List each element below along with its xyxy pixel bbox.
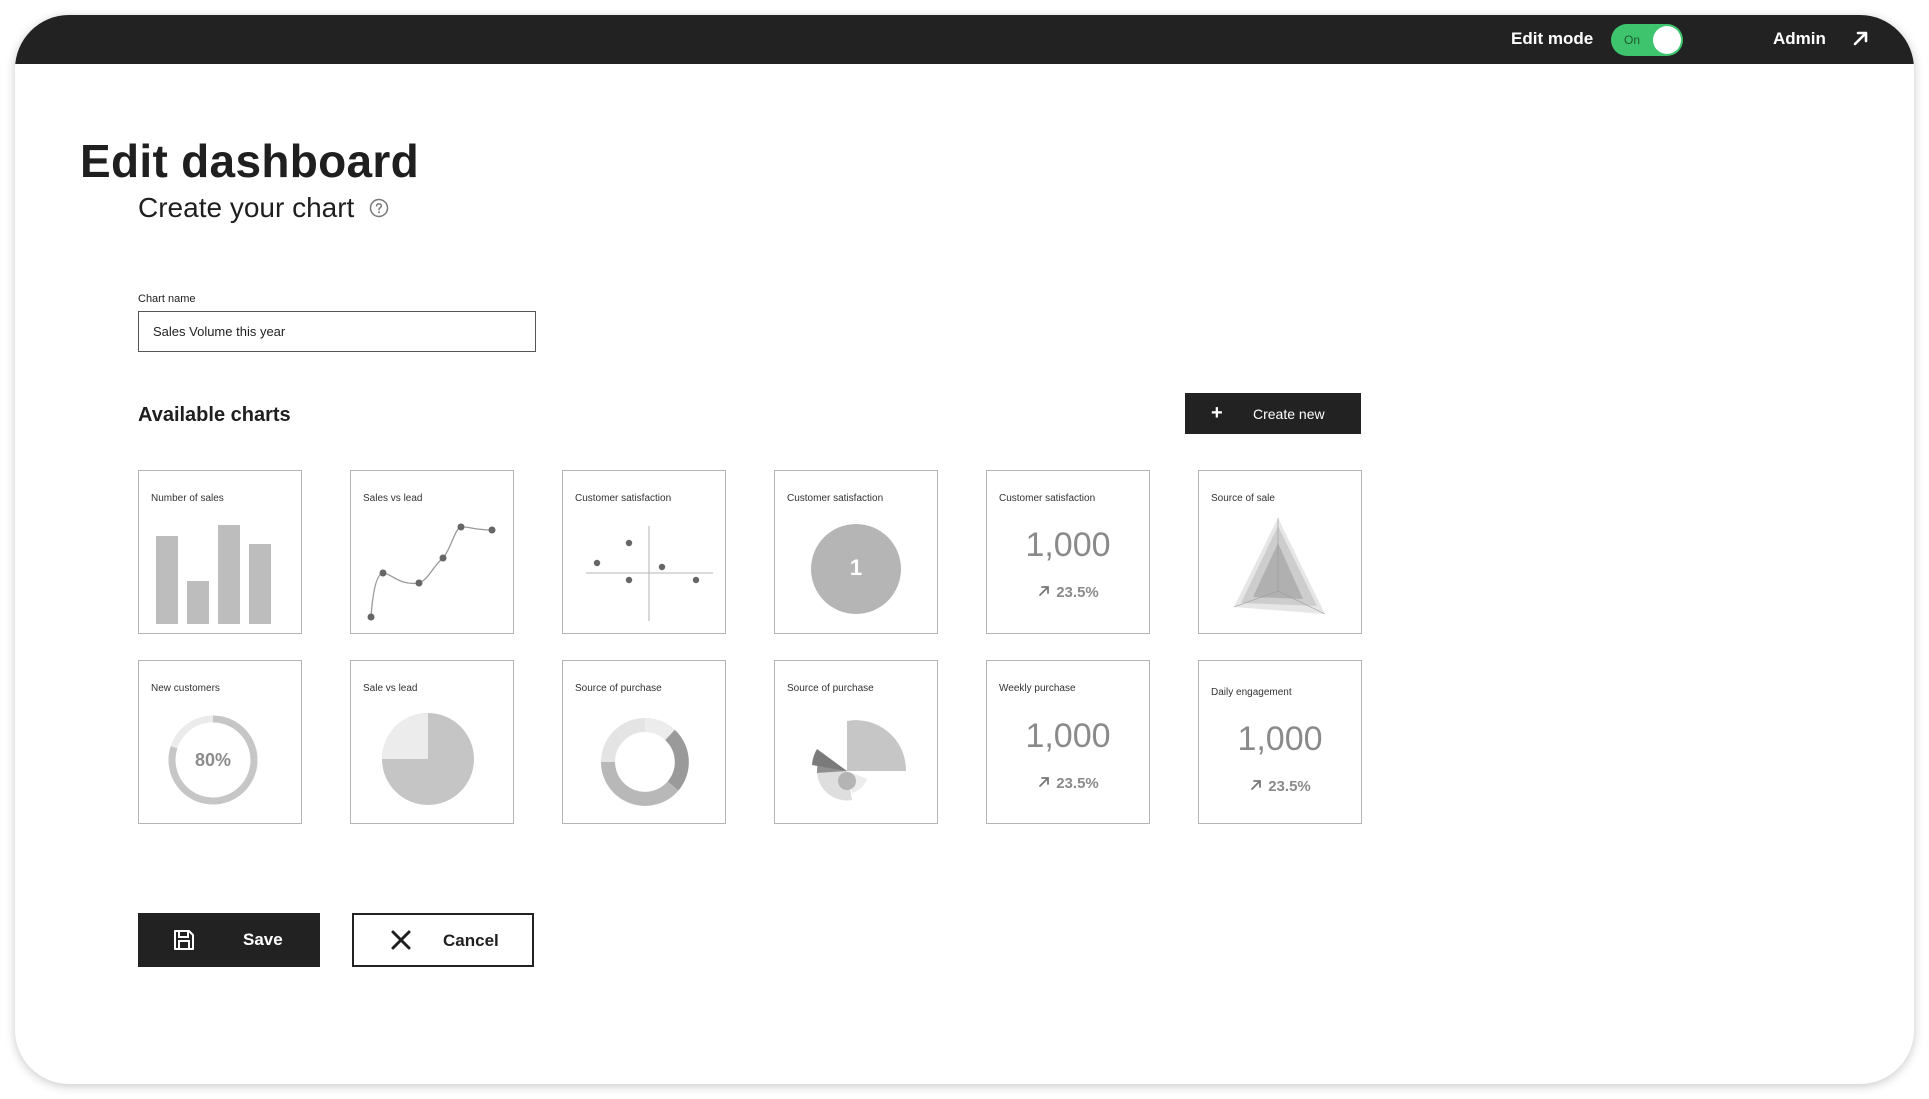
chart-card-daily-engagement[interactable]: Daily engagement 1,000 23.5% [1198, 660, 1362, 824]
chart-name-input[interactable] [138, 311, 536, 352]
create-new-button[interactable]: + Create new [1185, 393, 1361, 434]
trend-up-icon [1039, 586, 1050, 596]
chart-card-weekly-purchase[interactable]: Weekly purchase 1,000 23.5% [986, 660, 1150, 824]
kpi-value: 1,000 [1025, 526, 1111, 564]
arrow-up-right-icon[interactable] [1851, 28, 1871, 53]
app-window: Edit mode On Admin Edit dashboard Create… [15, 15, 1914, 1084]
chart-card-source-of-purchase-donut[interactable]: Source of purchase [562, 660, 726, 824]
single-value-number: 1 [849, 555, 863, 580]
page-title: Edit dashboard [80, 135, 420, 187]
cancel-button-label: Cancel [443, 931, 499, 950]
user-menu-label[interactable]: Admin [1773, 29, 1826, 49]
trend-up-icon [1251, 780, 1262, 790]
page-subtitle: Create your chart [138, 192, 355, 223]
donut-chart-icon [601, 718, 689, 806]
kpi-delta: 23.5% [1199, 778, 1361, 795]
chart-card-title: Weekly purchase [999, 683, 1076, 694]
chart-name-label: Chart name [138, 293, 196, 305]
chart-card-title: Daily engagement [1211, 687, 1292, 698]
toggle-state-text: On [1624, 33, 1641, 47]
plus-icon: + [1211, 402, 1223, 424]
kpi-delta-value: 23.5% [1268, 778, 1311, 795]
trend-up-icon [1039, 777, 1050, 787]
chart-card-source-of-purchase-polar[interactable]: Source of purchase [774, 660, 938, 824]
progress-ring-icon [168, 715, 258, 805]
line-chart-icon [367, 523, 496, 621]
floppy-disk-icon [172, 928, 196, 955]
create-new-label: Create new [1253, 406, 1325, 422]
kpi-delta: 23.5% [987, 775, 1149, 792]
edit-mode-toggle[interactable]: On [1611, 24, 1683, 56]
kpi-delta: 23.5% [987, 584, 1149, 601]
kpi-value: 1,000 [1237, 720, 1323, 758]
available-charts-heading: Available charts [138, 404, 291, 426]
radar-chart-icon [1233, 518, 1326, 615]
single-value-circle-icon [811, 524, 901, 614]
cancel-button[interactable]: Cancel [352, 913, 534, 967]
close-icon [390, 929, 412, 954]
chart-card-new-customers[interactable]: New customers 80% [138, 660, 302, 824]
chart-card-title: Customer satisfaction [999, 493, 1096, 504]
kpi-delta-value: 23.5% [1056, 584, 1099, 601]
chart-card-customer-satisfaction-value[interactable]: Customer satisfaction 1 [774, 470, 938, 634]
progress-ring-value: 80% [194, 750, 232, 770]
save-button[interactable]: Save [138, 913, 320, 967]
kpi-value: 1,000 [1025, 717, 1111, 755]
kpi-delta-value: 23.5% [1056, 775, 1099, 792]
save-button-label: Save [243, 930, 283, 949]
polar-area-chart-icon [812, 720, 907, 801]
edit-mode-label: Edit mode [1511, 29, 1594, 48]
chart-card-sale-vs-lead[interactable]: Sale vs lead [350, 660, 514, 824]
bar-chart-icon [156, 525, 271, 624]
toggle-knob [1653, 26, 1681, 54]
scatter-chart-icon [586, 526, 713, 621]
chart-card-sales-vs-lead[interactable]: Sales vs lead [350, 470, 514, 634]
chart-card-number-of-sales[interactable]: Number of sales [138, 470, 302, 634]
pie-chart-icon [382, 713, 474, 805]
chart-card-customer-satisfaction-kpi[interactable]: Customer satisfaction 1,000 23.5% [986, 470, 1150, 634]
chart-card-customer-satisfaction-scatter[interactable]: Customer satisfaction [562, 470, 726, 634]
help-circle-icon[interactable] [369, 198, 389, 223]
chart-card-source-of-sale[interactable]: Source of sale [1198, 470, 1362, 634]
top-bar: Edit mode On Admin [15, 15, 1914, 64]
